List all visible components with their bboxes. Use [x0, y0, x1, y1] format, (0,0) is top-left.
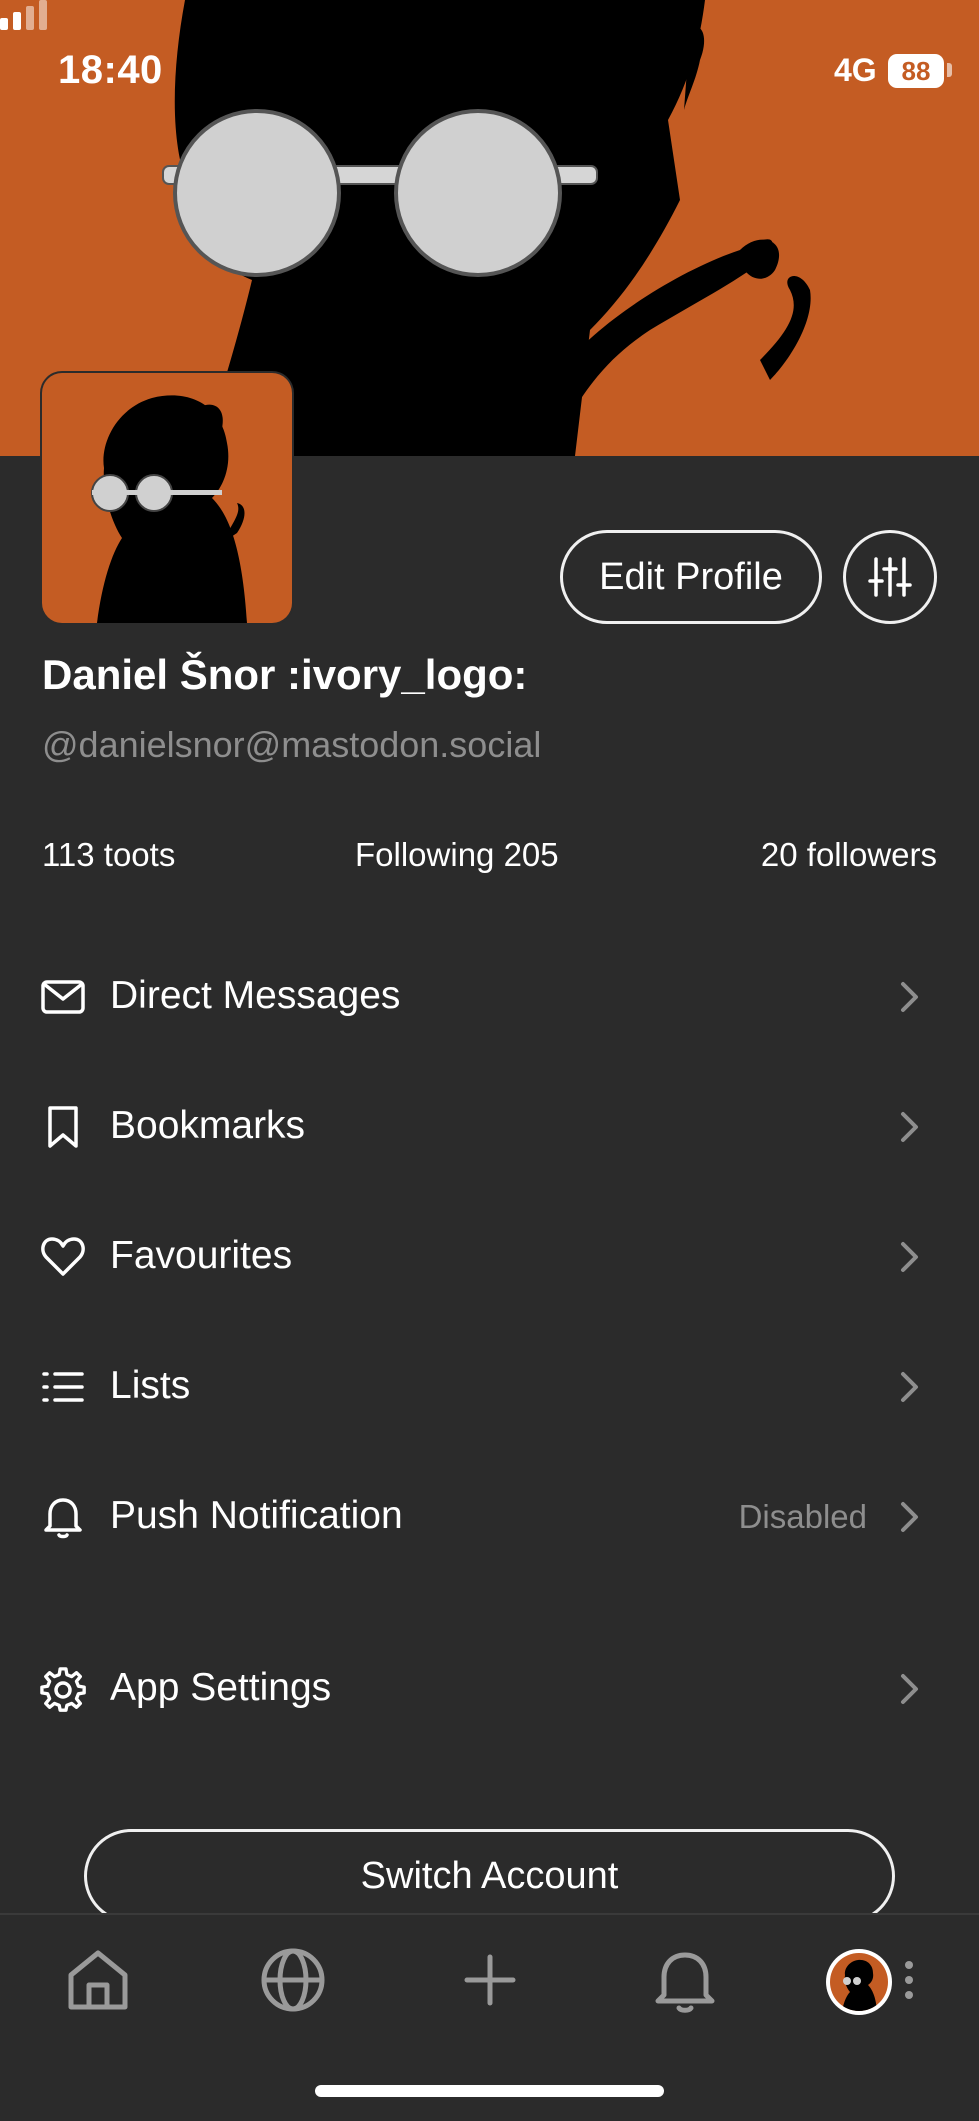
gear-icon — [40, 1667, 86, 1712]
menu-item-lists[interactable]: Lists — [0, 1336, 979, 1436]
followers-count[interactable]: 20 followers — [761, 836, 937, 874]
display-name: Daniel Šnor :ivory_logo: — [42, 651, 528, 698]
toots-count[interactable]: 113 toots — [42, 836, 175, 874]
sliders-icon — [868, 557, 912, 597]
profile-stats: 113 toots Following 205 20 followers — [42, 836, 937, 880]
menu-item-label: App Settings — [110, 1666, 332, 1709]
menu-item-label: Favourites — [110, 1234, 293, 1277]
heart-icon — [41, 1237, 85, 1276]
list-icon — [42, 1372, 84, 1402]
bookmark-icon — [48, 1106, 78, 1148]
chevron-right-icon — [901, 1372, 918, 1402]
edit-profile-button[interactable]: Edit Profile — [560, 530, 822, 624]
menu-item-label: Bookmarks — [110, 1104, 306, 1147]
more-dots-icon[interactable] — [904, 1960, 914, 2000]
avatar-illustration — [91, 395, 247, 623]
network-type: 4G — [834, 52, 877, 88]
menu-item-bookmarks[interactable]: Bookmarks — [0, 1076, 979, 1176]
chevron-right-icon — [901, 1502, 918, 1532]
cellular-signal-icon — [0, 0, 47, 30]
avatar — [830, 1953, 888, 2011]
home-icon[interactable] — [63, 1945, 133, 2015]
battery-level: 88 — [888, 54, 944, 88]
envelope-icon — [41, 980, 85, 1014]
bell-icon — [44, 1498, 82, 1539]
plus-icon[interactable] — [455, 1945, 525, 2015]
profile-filter-button[interactable] — [843, 530, 937, 624]
globe-icon[interactable] — [258, 1945, 328, 2015]
battery-tip — [947, 63, 952, 77]
chevron-right-icon — [901, 1674, 918, 1704]
home-indicator — [315, 2085, 664, 2097]
menu-item-app-settings[interactable]: App Settings — [0, 1638, 979, 1738]
chevron-right-icon — [901, 982, 918, 1012]
chevron-right-icon — [901, 1112, 918, 1142]
account-avatar-tab[interactable] — [826, 1949, 892, 2015]
avatar-illustration — [842, 1959, 877, 2011]
menu-item-label: Push Notification — [110, 1494, 403, 1537]
account-handle: @danielsnor@mastodon.social — [42, 724, 542, 765]
menu-item-favourites[interactable]: Favourites — [0, 1206, 979, 1306]
menu-item-push-notification[interactable]: Push Notification Disabled — [0, 1466, 979, 1566]
menu-item-label: Lists — [110, 1364, 191, 1407]
switch-account-button[interactable]: Switch Account — [84, 1829, 895, 1923]
menu-item-direct-messages[interactable]: Direct Messages — [0, 946, 979, 1046]
push-notification-status: Disabled — [738, 1498, 867, 1535]
chevron-right-icon — [901, 1242, 918, 1272]
bell-icon[interactable] — [650, 1945, 720, 2015]
following-count[interactable]: Following 205 — [355, 836, 559, 874]
status-time: 18:40 — [58, 48, 163, 92]
menu-item-label: Direct Messages — [110, 974, 401, 1017]
status-bar: 18:40 4G 88 — [0, 0, 979, 140]
profile-avatar[interactable] — [42, 373, 292, 623]
